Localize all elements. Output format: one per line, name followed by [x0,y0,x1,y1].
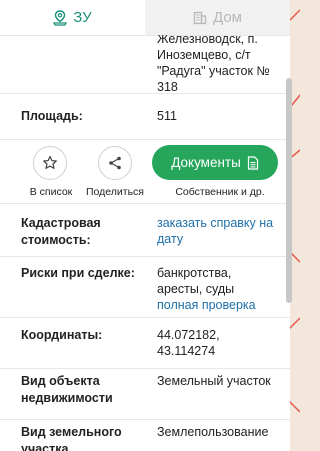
address-line: "Радуга" участок № [157,64,270,78]
tab-land-label: ЗУ [73,9,92,26]
document-icon [247,155,258,170]
tab-house[interactable]: Дом [145,0,290,35]
risks-value-line: аресты, суды [157,282,235,296]
order-certificate-link-line: дату [157,232,184,246]
details-list: Железноводск, п. Иноземцево, с/т "Радуга… [0,35,290,451]
coordinates-label: Координаты: [21,328,103,342]
documents-button-label: Документы [171,155,241,170]
star-icon [43,155,57,169]
documents-subtitle: Собственник и др. [175,186,265,198]
risks-value-line: банкротства, [157,266,232,280]
object-type-value: Земельный участок [157,374,271,388]
coordinates-line: 43.114274 [157,344,216,358]
building-icon [193,11,207,24]
address-row: Железноводск, п. Иноземцево, с/т "Радуга… [0,35,290,95]
cadastral-label-line: стоимость: [21,233,91,247]
coordinates-row: Координаты: 44.072182, 43.114274 [0,318,290,369]
land-use-label-line: Вид земельного [21,425,122,439]
object-type-label: Вид объекта недвижимости [21,373,146,407]
land-use-label: Вид земельного участка [21,424,146,451]
action-bar: В список Поделиться Документы Собственни… [0,140,290,204]
coordinates-value: 44.072182, 43.114274 [157,327,282,359]
tab-house-label: Дом [213,9,242,26]
address-value: Железноводск, п. Иноземцево, с/т "Радуга… [157,35,282,95]
add-to-list-label: В список [29,186,73,198]
documents-button[interactable]: Документы [152,145,278,180]
risks-label: Риски при сделке: [21,266,135,280]
land-use-row: Вид земельного участка Землепользование [0,420,290,451]
share-icon [109,156,121,170]
tab-land[interactable]: ЗУ [0,0,145,35]
order-certificate-link[interactable]: заказать справку на дату [157,215,282,247]
area-label: Площадь: [21,109,83,123]
risks-value: банкротства, аресты, суды полная проверк… [157,265,282,313]
cadastral-label-line: Кадастровая [21,216,101,230]
order-certificate-link-line: заказать справку на [157,216,274,230]
scrollbar-thumb[interactable] [286,78,292,303]
land-plot-icon [53,9,68,26]
full-check-link[interactable]: полная проверка [157,297,282,313]
object-type-row: Вид объекта недвижимости Земельный участ… [0,369,290,420]
land-use-label-line: участка [21,442,69,451]
share-button[interactable] [98,146,132,180]
share-label: Поделиться [86,186,144,198]
cadastral-label: Кадастровая стоимость: [21,215,146,249]
property-panel: ЗУ Дом Железноводск, п. Иноземцево, с/т … [0,0,290,451]
scrollbar[interactable] [286,0,300,451]
object-type-label-line: недвижимости [21,391,113,405]
tab-bar: ЗУ Дом [0,0,290,36]
risks-row: Риски при сделке: банкротства, аресты, с… [0,257,290,318]
area-row: Площадь: 511 [0,93,290,140]
address-line: Железноводск, п. [157,35,258,46]
land-use-value: Землепользование [157,425,269,439]
cadastral-row: Кадастровая стоимость: заказать справку … [0,204,290,257]
area-value: 511 [157,109,177,123]
coordinates-line: 44.072182, [157,328,220,342]
address-line: Иноземцево, с/т [157,48,251,62]
object-type-label-line: Вид объекта [21,374,100,388]
add-to-list-button[interactable] [33,146,67,180]
